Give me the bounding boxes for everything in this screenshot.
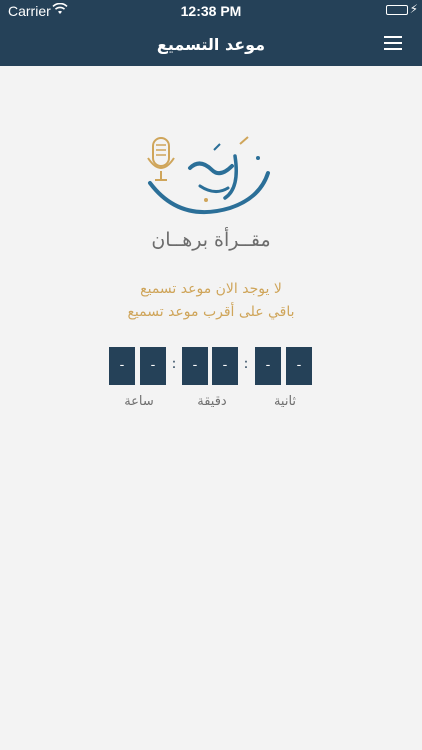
status-time: 12:38 PM (180, 3, 242, 19)
time-separator: : (243, 356, 249, 372)
hamburger-menu-icon[interactable] (384, 36, 402, 50)
seconds-label: ثانية (273, 394, 297, 409)
minutes-digit-2: - (212, 347, 238, 385)
brand-name: مقــرأة برهــان (151, 229, 271, 251)
page-title: موعد التسميع (156, 35, 266, 54)
hours-digit-1: - (109, 347, 135, 385)
countdown-timer: - - : - - : - - (0, 347, 422, 385)
minutes-digit-1: - (182, 347, 208, 385)
seconds-digit-2: - (286, 347, 312, 385)
microphone-calligraphy-logo (147, 136, 270, 215)
logo (140, 128, 280, 228)
charging-icon: ⚡ (409, 2, 418, 16)
next-session-label: باقي على أقرب موعد تسميع (127, 304, 295, 320)
no-session-message: لا يوجد الان موعد تسميع (140, 281, 282, 297)
time-separator: : (171, 356, 177, 372)
top-bar: Carrier 12:38 PM ⚡ موعد التسميع (0, 0, 422, 66)
hours-label: ساعة (124, 394, 154, 409)
hours-digit-2: - (140, 347, 166, 385)
seconds-digit-1: - (255, 347, 281, 385)
status-bar: Carrier 12:38 PM ⚡ (0, 0, 422, 22)
minutes-label: دقيقة (197, 394, 227, 409)
battery-icon (386, 5, 408, 15)
